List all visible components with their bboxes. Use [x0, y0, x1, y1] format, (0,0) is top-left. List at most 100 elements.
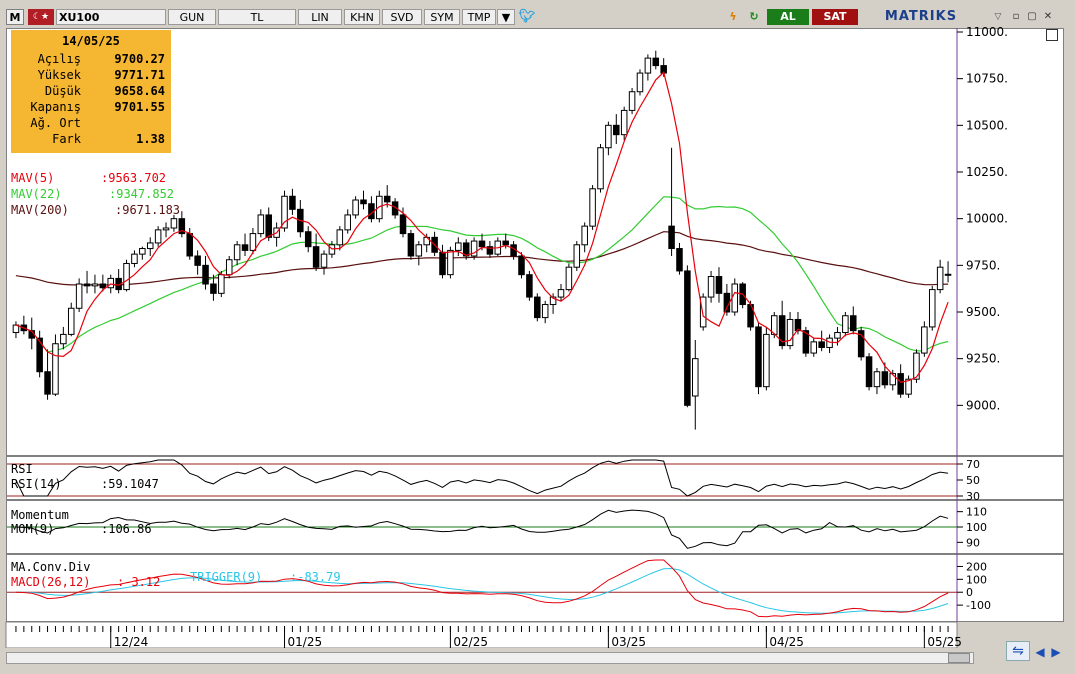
- candle-body: [668, 225, 675, 250]
- candle-body: [107, 277, 115, 289]
- candle-body: [352, 199, 359, 216]
- candle-body: [67, 307, 75, 335]
- indicator-tick-label: 0: [966, 586, 973, 599]
- time-tick-label: 02/25: [453, 635, 488, 649]
- info-value: 9700.27: [114, 52, 165, 66]
- legend-value: :9563.702: [101, 171, 167, 185]
- candle-body: [613, 124, 620, 136]
- candle-body: [692, 358, 699, 397]
- candle-body: [455, 242, 462, 251]
- price-tick-label: 9250.: [966, 352, 1000, 366]
- candle-body: [399, 214, 407, 235]
- legend-mom: MOM(9):106.86: [11, 522, 152, 536]
- horizontal-scrollbar[interactable]: [6, 652, 974, 664]
- candle-body: [233, 244, 241, 261]
- indicator-tick-label: 30: [966, 490, 980, 503]
- time-tick-label: 01/25: [288, 635, 323, 649]
- sync-icon[interactable]: ⇋: [1006, 641, 1030, 661]
- candle-body: [154, 229, 162, 244]
- candle-body: [676, 248, 683, 272]
- candle-body: [249, 233, 257, 251]
- candle-body: [755, 326, 762, 388]
- info-row-high: Yüksek 9771.71: [11, 68, 171, 84]
- price-tick-label: 10250.: [966, 165, 1008, 179]
- scroll-right-icon[interactable]: ▶: [1049, 645, 1063, 659]
- candle-body: [415, 244, 423, 257]
- info-label: Düşük: [44, 84, 81, 98]
- candle-body: [731, 283, 739, 313]
- info-value: 9771.71: [114, 68, 165, 82]
- candle-body: [44, 371, 51, 395]
- scroll-left-icon[interactable]: ◀: [1033, 645, 1047, 659]
- candle-body: [707, 276, 715, 298]
- legend-name: TRIGGER(9): [190, 570, 263, 584]
- candle-body: [257, 214, 265, 235]
- candle-body: [786, 318, 794, 347]
- candle-body: [881, 371, 889, 386]
- candle-body: [52, 343, 59, 395]
- candle-body: [865, 356, 873, 388]
- candle-body: [763, 333, 770, 388]
- candle-body: [304, 231, 312, 248]
- legend-name: MAV(22): [11, 187, 62, 201]
- candle-body: [60, 333, 67, 345]
- info-label: Kapanış: [30, 100, 81, 114]
- candle-body: [383, 195, 391, 203]
- candle-body: [99, 283, 107, 289]
- candle-body: [139, 248, 146, 255]
- legend-name: MAV(5): [11, 171, 55, 185]
- candle-body: [123, 262, 130, 291]
- legend-name: MACD(26,12): [11, 575, 91, 589]
- candle-body: [83, 283, 91, 287]
- candle-body: [170, 218, 178, 229]
- candle-body: [873, 371, 881, 388]
- candle-body: [502, 240, 509, 246]
- candle-body: [644, 57, 652, 74]
- mav22-line: [15, 196, 949, 353]
- time-tick-label: 05/25: [927, 635, 962, 649]
- candle-body: [439, 251, 446, 276]
- candle-body: [265, 214, 272, 238]
- candle-body: [684, 270, 691, 406]
- candle-body: [897, 373, 904, 395]
- candle-body: [75, 283, 83, 309]
- legend-mav22: MAV(22):9347.852: [11, 187, 174, 201]
- info-row-diff: Fark 1.38: [11, 132, 171, 148]
- indicator-tick-label: 100: [966, 521, 987, 534]
- candle-body: [541, 304, 549, 319]
- scrollbar-thumb[interactable]: [948, 653, 970, 663]
- candle-body: [320, 253, 328, 268]
- candle-body: [186, 233, 193, 257]
- candle-body: [162, 227, 170, 231]
- info-label: Yüksek: [37, 68, 81, 82]
- info-label: Ağ. Ort: [30, 116, 81, 130]
- candle-body: [834, 332, 841, 339]
- candle-body: [944, 273, 952, 276]
- panel-options-icon[interactable]: [1046, 29, 1058, 41]
- price-tick-label: 9750.: [966, 258, 1000, 272]
- candle-body: [202, 264, 209, 285]
- candle-body: [281, 195, 288, 229]
- info-value: 1.38: [136, 132, 165, 146]
- candle-body: [810, 341, 818, 354]
- candle-body: [936, 266, 944, 291]
- info-row-wavg: Ağ. Ort: [11, 116, 171, 132]
- candle-body: [289, 195, 296, 210]
- candle-body: [628, 91, 636, 111]
- candle-body: [921, 326, 928, 354]
- candle-body: [218, 274, 225, 294]
- time-tick-label: 04/25: [769, 635, 804, 649]
- candle-body: [842, 315, 849, 334]
- info-row-close: Kapanış 9701.55: [11, 100, 171, 116]
- candle-body: [336, 229, 344, 246]
- candle-body: [715, 276, 723, 294]
- candle-body: [407, 233, 415, 257]
- candle-body: [534, 296, 541, 319]
- legend-mav200: MAV(200):9671.183: [11, 203, 180, 217]
- info-value: 9701.55: [114, 100, 165, 114]
- candle-body: [210, 283, 217, 294]
- info-row-open: Açılış 9700.27: [11, 52, 171, 68]
- time-tick-label: 03/25: [611, 635, 646, 649]
- price-tick-label: 10500.: [966, 118, 1008, 132]
- ohlc-infobox: 14/05/25 Açılış 9700.27 Yüksek 9771.71 D…: [11, 30, 171, 153]
